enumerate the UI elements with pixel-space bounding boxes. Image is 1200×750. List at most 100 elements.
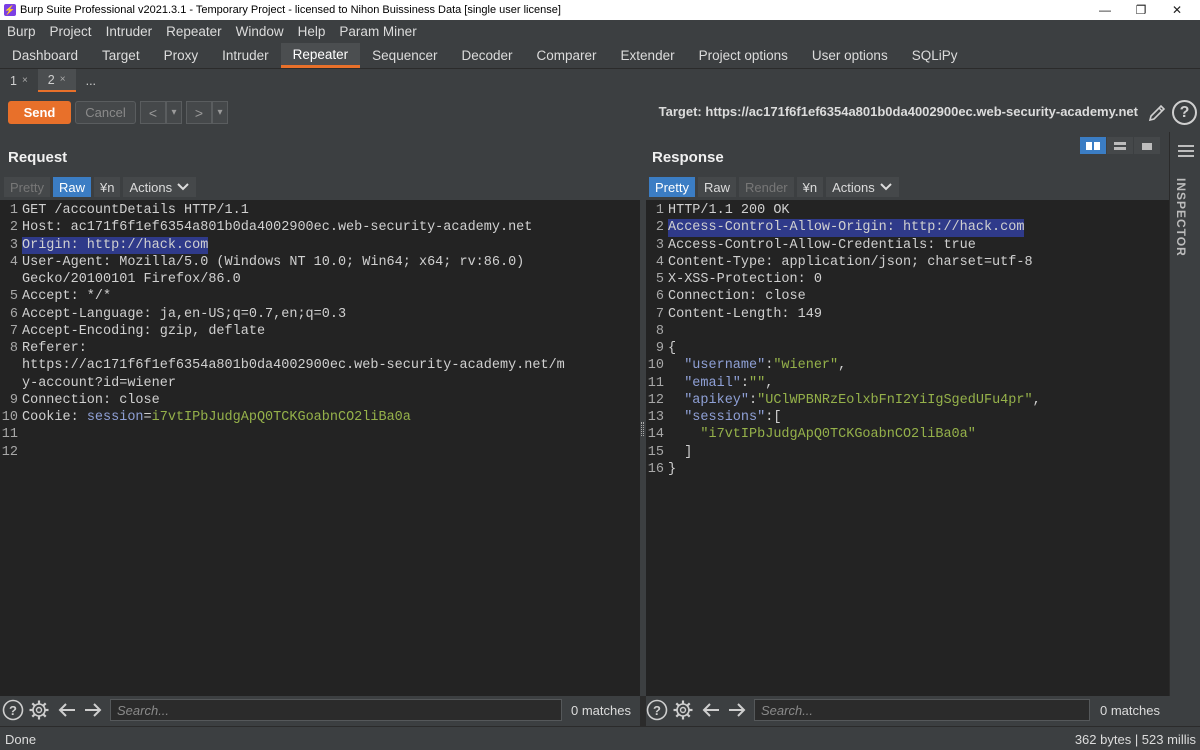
menu-item-repeater[interactable]: Repeater	[159, 24, 229, 39]
request-raw-button[interactable]: Raw	[52, 177, 91, 197]
side-by-side-layout-icon[interactable]	[1080, 137, 1106, 154]
tab-proxy[interactable]: Proxy	[152, 43, 211, 68]
response-line-text: :	[740, 375, 750, 391]
response-line-text: "sessions"	[684, 410, 766, 425]
cancel-button[interactable]: Cancel	[75, 101, 136, 124]
line-number: 12	[1, 444, 18, 460]
back-history-dropdown[interactable]: ▾	[166, 101, 182, 124]
response-line: 8	[646, 323, 1169, 340]
response-line-text: ,	[1032, 392, 1041, 408]
next-match-arrow-icon[interactable]	[726, 699, 748, 721]
response-line-text: ""	[749, 375, 766, 391]
previous-match-arrow-icon[interactable]	[700, 699, 722, 721]
request-newline-button[interactable]: ¥n	[93, 177, 121, 197]
repeater-tab-bar: 1 × 2 ×...	[0, 69, 1200, 92]
tab-repeater[interactable]: Repeater	[280, 43, 361, 68]
menu-item-burp[interactable]: Burp	[0, 24, 43, 39]
menu-item-window[interactable]: Window	[229, 24, 291, 39]
request-actions-menu[interactable]: Actions	[123, 177, 197, 197]
request-line: 4 User-Agent: Mozilla/5.0 (Windows NT 10.…	[0, 254, 640, 271]
response-editor[interactable]: 1 HTTP/1.1 200 OK 2 Access-Control-Allow-Or…	[646, 200, 1169, 696]
request-line-text: session	[86, 410, 144, 425]
request-editor[interactable]: 1 GET /accountDetails HTTP/1.1 2 Host: ac17…	[0, 200, 640, 696]
request-line-text: Connection: close	[22, 392, 160, 408]
response-line: 4 Content-Type: application/json; charset…	[646, 254, 1169, 271]
line-number: 1	[9, 203, 18, 218]
repeater-tab-label: 2	[47, 72, 55, 87]
response-actions-menu[interactable]: Actions	[826, 177, 899, 197]
settings-gear-icon[interactable]	[672, 699, 694, 721]
response-line-text: Connection: close	[668, 289, 806, 305]
settings-gear-icon[interactable]	[28, 699, 50, 721]
close-tab-icon[interactable]: ×	[60, 74, 66, 85]
tab-project-options[interactable]: Project options	[687, 43, 800, 68]
back-button[interactable]: <	[140, 101, 166, 124]
request-line: y-account?id=wiener	[0, 375, 640, 392]
line-number: 11	[647, 375, 664, 391]
forward-history-dropdown[interactable]: ▾	[212, 101, 228, 124]
repeater-tab-label: 1	[10, 73, 17, 88]
tab-user-options[interactable]: User options	[800, 43, 900, 68]
menu-item-intruder[interactable]: Intruder	[99, 24, 160, 39]
previous-match-arrow-icon[interactable]	[56, 699, 78, 721]
response-line: 5 X-XSS-Protection: 0	[646, 271, 1169, 288]
help-circle-icon[interactable]: ?	[646, 699, 668, 721]
menu-item-param-miner[interactable]: Param Miner	[332, 24, 423, 39]
forward-button[interactable]: >	[186, 101, 212, 124]
line-number: 3	[9, 237, 18, 253]
tab-sequencer[interactable]: Sequencer	[360, 43, 449, 68]
line-number: 5	[9, 289, 18, 305]
send-button[interactable]: Send	[8, 101, 71, 124]
help-circle-icon[interactable]: ?	[2, 699, 24, 721]
response-render-button[interactable]: Render	[738, 177, 794, 197]
line-number: 8	[655, 323, 664, 339]
inspector-menu-icon[interactable]	[1178, 144, 1194, 158]
tab-target[interactable]: Target	[90, 43, 152, 68]
tab-sqlipy[interactable]: SQLiPy	[900, 43, 970, 68]
line-number: 10	[647, 358, 664, 374]
tab-comparer[interactable]: Comparer	[525, 43, 609, 68]
request-line-text: https://ac171f6f1ef6354a801b0da4002900ec…	[22, 358, 565, 374]
repeater-tab[interactable]: ...	[76, 69, 106, 92]
close-tab-icon[interactable]: ×	[22, 75, 28, 86]
response-line: 14 "i7vtIPbJudgApQ0TCKGoabnCO2liBa0a"	[646, 426, 1169, 443]
response-line-text	[668, 426, 700, 443]
line-number: 1	[655, 203, 664, 218]
request-line: 8 Referer:	[0, 340, 640, 357]
menu-item-help[interactable]: Help	[291, 24, 333, 39]
line-number: 4	[655, 254, 664, 270]
request-line-text: Accept-Encoding: gzip, deflate	[22, 323, 266, 339]
tab-extender[interactable]: Extender	[609, 43, 687, 68]
line-number: 9	[9, 392, 18, 408]
line-number: 4	[9, 254, 18, 270]
response-line-text	[668, 357, 684, 374]
help-button[interactable]: ?	[1172, 100, 1197, 125]
inspector-panel[interactable]: INSPECTOR	[1169, 132, 1200, 696]
request-pretty-button[interactable]: Pretty	[4, 177, 50, 197]
next-match-arrow-icon[interactable]	[82, 699, 104, 721]
response-line: 11 "email": "",	[646, 375, 1169, 392]
inspector-label[interactable]: INSPECTOR	[1174, 178, 1188, 257]
menu-item-project[interactable]: Project	[43, 24, 99, 39]
response-raw-button[interactable]: Raw	[697, 177, 736, 197]
line-number: 11	[1, 427, 18, 443]
tab-decoder[interactable]: Decoder	[449, 43, 524, 68]
window-title: Burp Suite Professional v2021.3.1 - Temp…	[20, 4, 561, 16]
response-newline-button[interactable]: ¥n	[796, 177, 824, 197]
request-search-input[interactable]: Search...	[110, 699, 562, 721]
status-bar: Done 362 bytes | 523 millis	[0, 726, 1200, 750]
repeater-toolbar: Send Cancel < ▾ > ▾ Target: https://ac17…	[0, 92, 1200, 132]
response-title: Response	[652, 149, 724, 166]
tab-dashboard[interactable]: Dashboard	[0, 43, 90, 68]
repeater-tab[interactable]: 1 ×	[0, 69, 38, 92]
close-window-button[interactable]: ✕	[1154, 0, 1200, 20]
repeater-tab[interactable]: 2 ×	[37, 69, 76, 92]
tab-intruder[interactable]: Intruder	[210, 43, 281, 68]
edit-target-pencil-icon[interactable]	[1147, 103, 1167, 123]
response-search-input[interactable]: Search...	[754, 699, 1090, 721]
response-pretty-button[interactable]: Pretty	[649, 177, 695, 197]
request-line-text: Cookie:	[22, 410, 87, 425]
target-label[interactable]: Target: https://ac171f6f1ef6354a801b0da4…	[659, 104, 1138, 119]
top-bottom-layout-icon[interactable]	[1107, 137, 1133, 154]
single-pane-layout-icon[interactable]	[1134, 137, 1160, 154]
